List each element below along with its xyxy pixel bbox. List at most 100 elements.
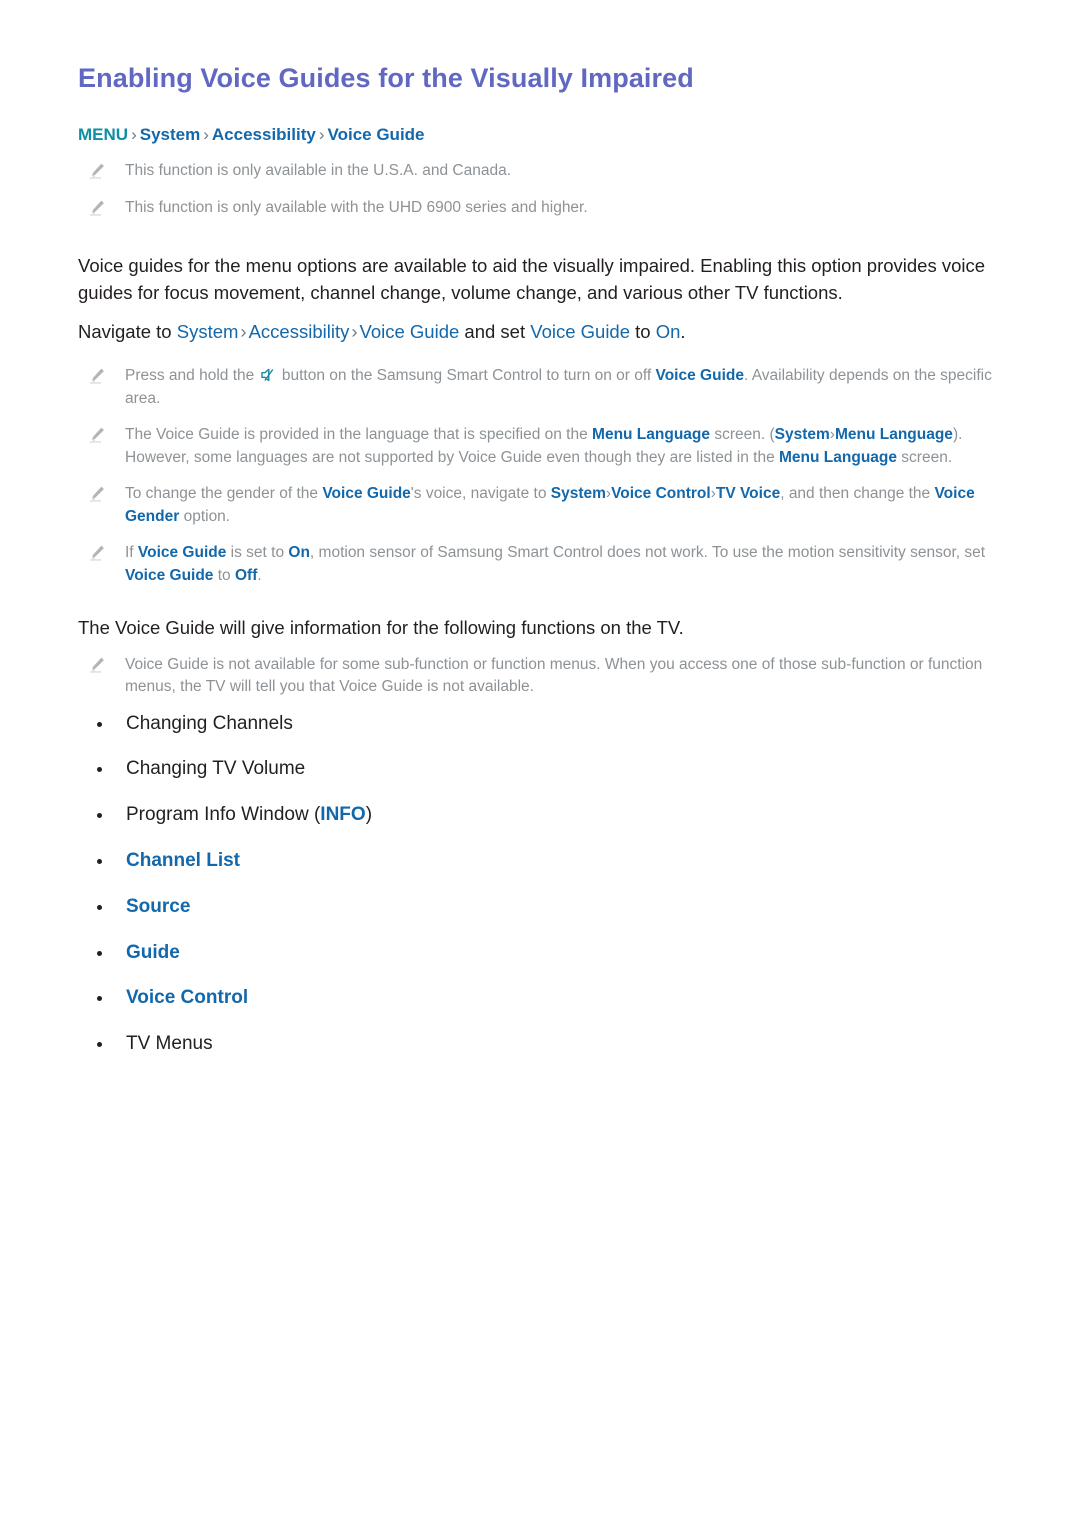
note-segment-text: , and then change the (780, 485, 935, 503)
navigate-separator-icon: › (351, 320, 358, 342)
bullet-dot-icon (97, 721, 102, 727)
note-link-on[interactable]: On (288, 544, 310, 561)
note-text: Voice Guide is not available for some su… (125, 655, 983, 696)
list-item-label[interactable]: Voice Control (126, 987, 248, 1008)
list-item-guide[interactable]: Guide (78, 942, 1002, 965)
note-segment-text: , motion sensor of Samsung Smart Control… (309, 544, 986, 562)
breadcrumb-item-system[interactable]: System (140, 125, 200, 144)
note-menu-language: The Voice Guide is provided in the langu… (78, 424, 1002, 469)
pencil-icon (88, 199, 106, 217)
note-link-voice-guide[interactable]: Voice Guide (322, 485, 410, 502)
list-item-channel-list[interactable]: Channel List (78, 850, 1002, 873)
list-item-label[interactable]: Source (126, 896, 190, 917)
list-item-suffix: ) (365, 804, 373, 826)
note-segment-text: . (257, 566, 262, 584)
pencil-icon (88, 656, 106, 674)
list-item-label[interactable]: Channel List (126, 850, 240, 871)
list-item-link-info[interactable]: INFO (320, 804, 365, 825)
note-uhd-series: This function is only available with the… (78, 197, 1002, 219)
breadcrumb-separator-icon: › (131, 125, 137, 145)
note-link-voice-guide[interactable]: Voice Guide (138, 544, 226, 561)
list-item-changing-channels: Changing Channels (78, 713, 1002, 736)
functions-intro: The Voice Guide will give information fo… (78, 617, 684, 639)
list-item-label: Program Info Window ( (126, 804, 321, 826)
navigate-separator-icon: › (240, 320, 247, 342)
note-link-voice-control[interactable]: Voice Control (611, 485, 711, 502)
note-voice-gender: To change the gender of the Voice Guide'… (78, 483, 1002, 528)
note-link-off[interactable]: Off (235, 567, 257, 584)
list-item-label[interactable]: Guide (126, 942, 180, 963)
breadcrumb-separator-icon: › (203, 125, 209, 145)
bullet-dot-icon (97, 950, 102, 956)
list-item-label: Changing TV Volume (126, 758, 306, 780)
note-segment-text: If (125, 544, 138, 562)
intro-paragraph: Voice guides for the menu options are av… (78, 255, 986, 304)
note-segment-text: is set to (226, 544, 289, 562)
note-segment-text: option. (179, 507, 231, 525)
navigate-end: . (680, 320, 686, 342)
pencil-icon (88, 367, 106, 385)
note-availability: Voice Guide is not available for some su… (78, 654, 1002, 699)
note-usa-canada: This function is only available in the U… (78, 160, 1002, 182)
note-segment-text: screen. (897, 448, 953, 466)
list-item-label: Changing Channels (126, 712, 293, 734)
navigate-path-accessibility[interactable]: Accessibility (249, 321, 350, 342)
document-page: Enabling Voice Guides for the Visually I… (0, 0, 1080, 1527)
pencil-icon (88, 544, 106, 562)
bullet-dot-icon (97, 813, 102, 819)
note-link-voice-guide[interactable]: Voice Guide (125, 567, 213, 584)
note-segment-text: To change the gender of the (125, 485, 323, 503)
note-link-menu-language[interactable]: Menu Language (592, 426, 710, 443)
page-title: Enabling Voice Guides for the Visually I… (78, 63, 694, 93)
note-segment-text: 's voice, navigate to (410, 485, 551, 503)
list-item-tv-menus: TV Menus (78, 1033, 1002, 1056)
function-list: Changing Channels Changing TV Volume Pro… (78, 713, 1002, 1056)
note-motion-sensor: If Voice Guide is set to On, motion sens… (78, 542, 1002, 587)
navigate-path-voice-guide[interactable]: Voice Guide (360, 321, 460, 342)
navigate-path-system[interactable]: System (177, 321, 239, 342)
list-item-changing-tv-volume: Changing TV Volume (78, 758, 1002, 781)
bullet-dot-icon (97, 904, 102, 910)
note-segment-text: to (213, 566, 235, 584)
breadcrumb-item-voice-guide[interactable]: Voice Guide (328, 125, 425, 144)
bullet-dot-icon (97, 859, 102, 864)
note-segment-text: Press and hold the (125, 367, 259, 385)
list-item-label: TV Menus (126, 1033, 213, 1055)
note-smart-control: Press and hold the button on the Samsung… (78, 365, 1002, 410)
breadcrumb-item-accessibility[interactable]: Accessibility (212, 125, 316, 144)
list-item-source[interactable]: Source (78, 896, 1002, 919)
breadcrumb: MENU › System › Accessibility › Voice Guide (78, 124, 1002, 146)
list-item-program-info-window: Program Info Window (INFO) (78, 804, 1002, 827)
note-text: This function is only available in the U… (125, 162, 512, 180)
navigate-instruction: Navigate to System › Accessibility › Voice G… (78, 319, 1002, 346)
note-segment-text: button on the Samsung Smart Control to t… (277, 367, 656, 385)
navigate-mid: and set (459, 320, 531, 342)
navigate-to: to (630, 320, 656, 342)
note-link-system[interactable]: System (551, 485, 606, 502)
mute-icon (260, 367, 276, 382)
pencil-icon (88, 162, 106, 180)
pencil-icon (88, 426, 106, 444)
note-text: This function is only available with the… (125, 198, 588, 216)
navigate-lead: Navigate to (78, 320, 177, 342)
note-segment-text: The Voice Guide is provided in the langu… (125, 426, 593, 444)
note-link-system[interactable]: System (775, 426, 830, 443)
bullet-dot-icon (97, 996, 102, 1002)
breadcrumb-separator-icon: › (318, 125, 325, 145)
note-link-menu-language[interactable]: Menu Language (779, 449, 897, 466)
bullet-dot-icon (97, 767, 102, 773)
document-content: Enabling Voice Guides for the Visually I… (78, 62, 1002, 1079)
pencil-icon (88, 485, 106, 503)
note-link-menu-language[interactable]: Menu Language (835, 426, 953, 443)
navigate-target[interactable]: Voice Guide (530, 321, 630, 342)
note-link-voice-guide[interactable]: Voice Guide (656, 367, 744, 384)
list-item-voice-control[interactable]: Voice Control (78, 987, 1002, 1010)
navigate-value-on[interactable]: On (656, 321, 681, 342)
note-segment-text: screen. ( (710, 426, 775, 444)
breadcrumb-item-menu[interactable]: MENU (78, 125, 128, 144)
bullet-dot-icon (97, 1042, 102, 1048)
note-link-tv-voice[interactable]: TV Voice (716, 485, 780, 502)
